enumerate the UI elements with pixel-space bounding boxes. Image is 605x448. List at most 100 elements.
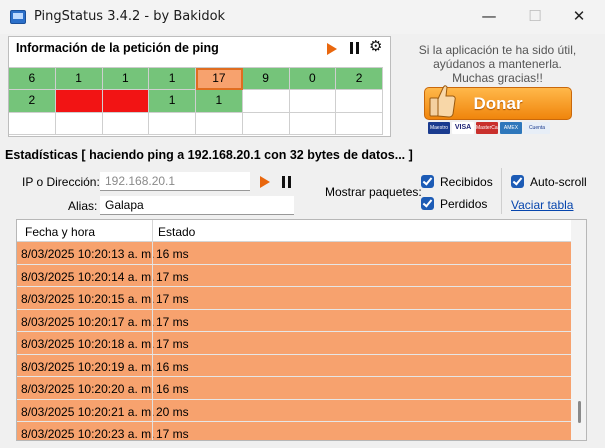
column-header-date[interactable]: Fecha y hora <box>25 225 95 239</box>
gear-icon[interactable]: ⚙ <box>369 39 382 55</box>
ping-cell <box>55 112 103 135</box>
autoscroll-checkbox[interactable] <box>511 175 524 188</box>
cell-state: 17 ms <box>156 337 189 351</box>
play-icon[interactable] <box>327 43 337 55</box>
donate-panel: Si la aplicación te ha sido útil, ayúdan… <box>392 36 603 137</box>
cell-date: 8/03/2025 10:20:13 a. m. <box>21 247 155 261</box>
donate-message-line: ayúdanos a mantenerla. <box>433 57 562 71</box>
ping-cell <box>289 90 337 113</box>
cell-state: 17 ms <box>156 427 189 441</box>
ping-cell: 17 <box>196 68 243 91</box>
stats-label: Estadísticas [ haciendo ping a 192.168.2… <box>5 148 413 162</box>
vertical-scrollbar[interactable] <box>571 220 586 440</box>
ping-cell <box>102 112 150 135</box>
window-title: PingStatus 3.4.2 - by Bakidok <box>34 9 226 24</box>
cell-date: 8/03/2025 10:20:21 a. m. <box>21 404 155 419</box>
visa-logo: VISA <box>452 122 474 134</box>
app-icon <box>10 10 26 24</box>
alias-input[interactable]: Galapa <box>100 196 294 215</box>
ping-cell: 1 <box>102 68 150 91</box>
received-label: Recibidos <box>440 175 493 189</box>
minimize-button[interactable]: — <box>466 0 512 34</box>
donate-button[interactable]: Donar <box>424 85 572 120</box>
clear-table-link[interactable]: Vaciar tabla <box>511 198 573 212</box>
ip-label: IP o Dirección: <box>22 175 100 189</box>
cell-state: 16 ms <box>156 359 189 374</box>
received-checkbox[interactable] <box>421 175 434 188</box>
ping-cell <box>149 112 196 135</box>
donate-message-line: Si la aplicación te ha sido útil, <box>418 43 577 57</box>
ping-cell: 1 <box>196 90 243 113</box>
cell-divider <box>152 354 153 376</box>
scrollbar-thumb[interactable] <box>578 401 581 423</box>
maestro-logo: Maestro <box>428 122 450 134</box>
cell-date: 8/03/2025 10:20:18 a. m. <box>21 337 155 351</box>
donate-message: Si la aplicación te ha sido útil, ayúdan… <box>392 43 603 85</box>
cell-divider <box>152 287 153 309</box>
table-row[interactable]: 8/03/2025 10:20:20 a. m. 16 ms <box>17 377 571 400</box>
table-row[interactable]: 8/03/2025 10:20:19 a. m. 16 ms <box>17 354 571 377</box>
close-button[interactable]: ✕ <box>556 0 602 34</box>
pause-ping-icon[interactable] <box>282 176 291 188</box>
table-row[interactable]: 8/03/2025 10:20:13 a. m. 16 ms <box>17 242 571 265</box>
ip-input[interactable]: 192.168.20.1 <box>100 172 250 191</box>
cell-date: 8/03/2025 10:20:15 a. m. <box>21 292 155 306</box>
cell-state: 16 ms <box>156 382 189 396</box>
ping-cell: --- <box>102 90 150 113</box>
ping-log-table: Fecha y hora Estado 8/03/2025 10:20:13 a… <box>16 219 587 441</box>
cell-divider <box>152 332 153 354</box>
cell-divider <box>152 309 153 331</box>
ping-cell: 0 <box>289 68 337 91</box>
title-bar: PingStatus 3.4.2 - by Bakidok — ☐ ✕ <box>0 0 605 34</box>
lost-label: Perdidos <box>440 197 488 211</box>
autoscroll-label: Auto-scroll <box>530 175 587 189</box>
table-body: 8/03/2025 10:20:13 a. m. 16 ms 8/03/2025 1… <box>17 242 571 441</box>
maximize-button[interactable]: ☐ <box>512 0 558 34</box>
payment-cards: Maestro VISA MasterCard AMEX Cuenta banc… <box>428 122 550 134</box>
divider <box>501 168 502 214</box>
table-row[interactable]: 8/03/2025 10:20:18 a. m. 17 ms <box>17 332 571 355</box>
ping-cell <box>242 90 290 113</box>
table-row[interactable]: 8/03/2025 10:20:21 a. m. 20 ms <box>17 399 571 422</box>
ping-cell <box>196 112 243 135</box>
cell-state: 17 ms <box>156 292 189 306</box>
cell-date: 8/03/2025 10:20:14 a. m. <box>21 269 155 284</box>
donate-button-label: Donar <box>473 94 523 113</box>
cell-divider <box>152 399 153 421</box>
cell-state: 17 ms <box>156 314 189 329</box>
ping-cell <box>242 112 290 135</box>
cell-divider <box>152 242 153 264</box>
cell-state: 17 ms <box>156 269 189 284</box>
cell-divider <box>152 264 153 286</box>
lost-checkbox[interactable] <box>421 197 434 210</box>
cell-date: 8/03/2025 10:20:17 a. m. <box>21 314 155 329</box>
column-header-state[interactable]: Estado <box>158 225 195 239</box>
cell-date: 8/03/2025 10:20:20 a. m. <box>21 382 155 396</box>
ping-cell: 2 <box>9 90 56 113</box>
bank-logo: Cuenta bancaria <box>524 122 550 134</box>
table-row[interactable]: 8/03/2025 10:20:15 a. m. 17 ms <box>17 287 571 310</box>
ping-cell: --- <box>55 90 103 113</box>
alias-label: Alias: <box>68 199 98 213</box>
table-row[interactable]: 8/03/2025 10:20:14 a. m. 17 ms <box>17 264 571 287</box>
cell-divider <box>152 377 153 399</box>
table-row[interactable]: 8/03/2025 10:20:17 a. m. 17 ms <box>17 309 571 332</box>
start-ping-icon[interactable] <box>260 176 270 188</box>
ping-form: IP o Dirección: 192.168.20.1 Alias: Gala… <box>0 168 605 218</box>
ping-results-grid: 6 1 1 1 17 9 0 2 2 --- --- 1 1 <box>9 67 383 135</box>
cell-divider <box>152 422 153 440</box>
table-header: Fecha y hora Estado <box>17 220 571 242</box>
pause-icon[interactable] <box>350 42 359 54</box>
ping-cell: 2 <box>336 68 383 91</box>
ping-cell <box>289 112 337 135</box>
ping-cell <box>336 90 383 113</box>
cell-state: 16 ms <box>156 247 189 261</box>
ping-cell: 9 <box>242 68 290 91</box>
ping-cell <box>9 112 56 135</box>
cell-state: 20 ms <box>156 404 189 419</box>
ping-info-panel: Información de la petición de ping ⚙ 611… <box>8 36 391 137</box>
mastercard-logo: MasterCard <box>476 122 498 134</box>
table-row[interactable]: 8/03/2025 10:20:23 a. m. 17 ms <box>17 422 571 441</box>
column-divider[interactable] <box>152 220 153 242</box>
ping-cell <box>336 112 383 135</box>
